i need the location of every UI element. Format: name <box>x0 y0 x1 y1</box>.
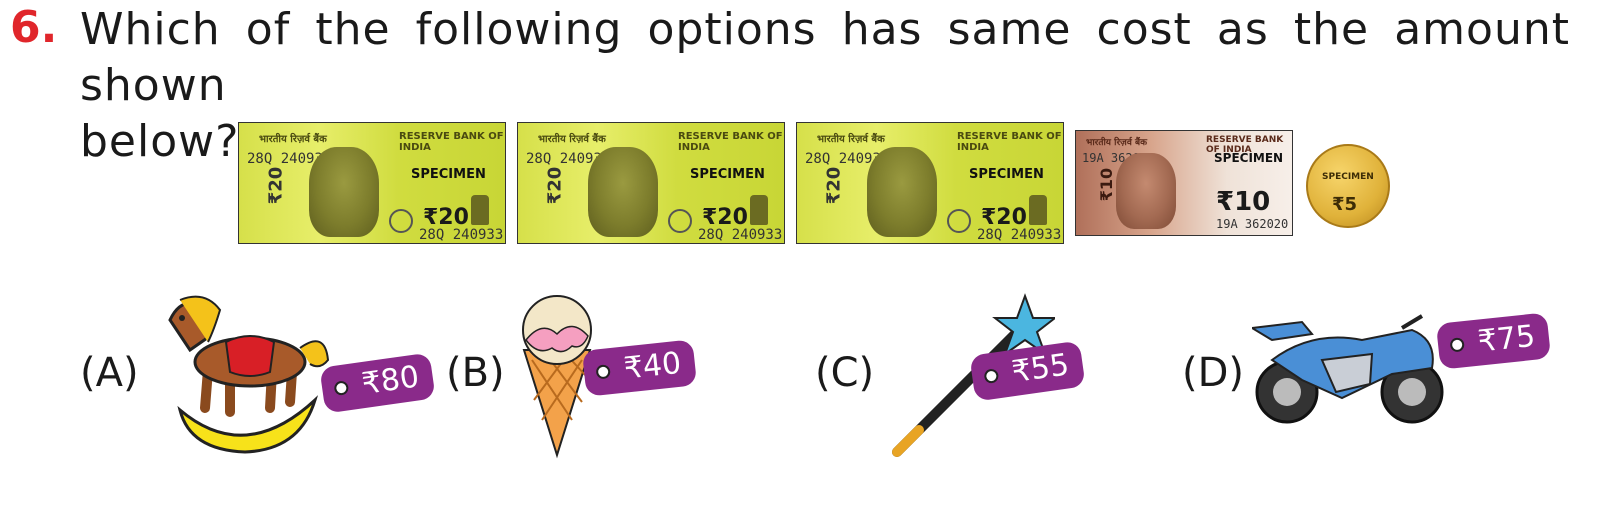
tag-hole-icon <box>595 364 611 380</box>
note-side-value: ₹10 <box>1097 167 1117 202</box>
rbi-seal-icon <box>668 209 692 233</box>
note-serial-bottom: 28Q 240933 <box>419 227 504 243</box>
note-header-hindi: भारतीय रिज़र्व बैंक <box>259 134 327 145</box>
option-d-label[interactable]: (D) <box>1182 350 1244 396</box>
rbi-seal-icon <box>389 209 413 233</box>
coin-value: ₹5 <box>1332 194 1358 215</box>
motorbike-icon <box>1252 314 1444 424</box>
option-a-label[interactable]: (A) <box>80 350 139 396</box>
price-b: ₹40 <box>622 345 683 387</box>
tag-hole-icon <box>1449 337 1465 353</box>
coin-5: SPECIMEN ₹5 <box>1306 144 1390 228</box>
price-c: ₹55 <box>1009 347 1072 391</box>
question-number: 6. <box>10 2 58 53</box>
rbi-seal-icon <box>947 209 971 233</box>
gandhi-portrait-icon <box>309 147 379 237</box>
gandhi-portrait-icon <box>1116 153 1176 229</box>
note-specimen: SPECIMEN <box>411 167 486 182</box>
note-serial-bottom: 28Q 240933 <box>977 227 1062 243</box>
note-side-value: ₹20 <box>544 166 566 205</box>
ashoka-emblem-icon <box>750 195 768 225</box>
note-serial-bottom: 19A 362020 <box>1216 217 1289 231</box>
coin-specimen: SPECIMEN <box>1322 172 1374 182</box>
gandhi-portrait-icon <box>588 147 658 237</box>
note-specimen: SPECIMEN <box>1214 151 1284 165</box>
note-value: ₹10 <box>1216 187 1271 217</box>
note-header-hindi: भारतीय रिज़र्व बैंक <box>538 134 606 145</box>
price-a: ₹80 <box>359 359 422 403</box>
ashoka-emblem-icon <box>1029 195 1047 225</box>
note-header-english: RESERVE BANK OF INDIA <box>678 131 783 153</box>
price-tag-d: ₹75 <box>1435 312 1552 370</box>
note-header-english: RESERVE BANK OF INDIA <box>399 131 504 153</box>
note-serial-bottom: 28Q 240933 <box>698 227 783 243</box>
question-line-1: Which of the following options has same … <box>80 4 1570 111</box>
banknote-20: भारतीय रिज़र्व बैंक RESERVE BANK OF INDI… <box>238 122 506 244</box>
note-side-value: ₹20 <box>265 166 287 205</box>
option-c-label[interactable]: (C) <box>815 350 874 396</box>
tag-hole-icon <box>333 380 350 397</box>
banknote-20: भारतीय रिज़र्व बैंक RESERVE BANK OF INDI… <box>517 122 785 244</box>
note-header-hindi: भारतीय रिज़र्व बैंक <box>1086 138 1148 148</box>
note-header-english: RESERVE BANK OF INDIA <box>957 131 1062 153</box>
tag-hole-icon <box>983 368 1000 385</box>
banknote-10: भारतीय रिज़र्व बैंक RESERVE BANK OF INDI… <box>1075 130 1293 236</box>
price-d: ₹75 <box>1476 318 1537 360</box>
banknote-20: भारतीय रिज़र्व बैंक RESERVE BANK OF INDI… <box>796 122 1064 244</box>
option-b-label[interactable]: (B) <box>446 350 505 396</box>
note-side-value: ₹20 <box>823 166 845 205</box>
note-specimen: SPECIMEN <box>690 167 765 182</box>
note-header-hindi: भारतीय रिज़र्व बैंक <box>817 134 885 145</box>
ashoka-emblem-icon <box>471 195 489 225</box>
gandhi-portrait-icon <box>867 147 937 237</box>
note-specimen: SPECIMEN <box>969 167 1044 182</box>
rocking-horse-icon <box>168 295 330 454</box>
